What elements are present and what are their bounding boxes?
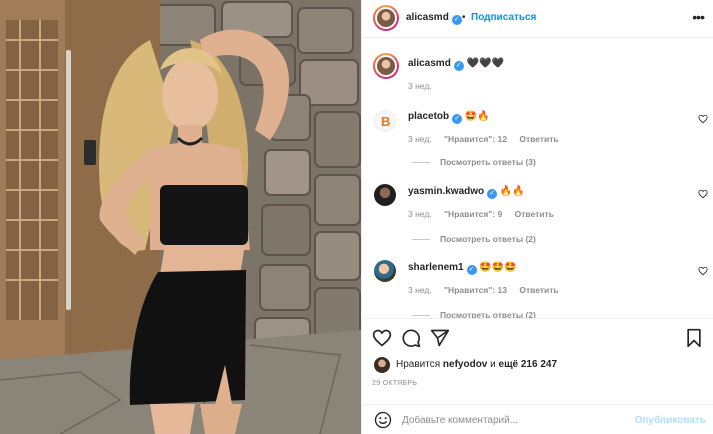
liked-by-user[interactable]: nefyodov: [443, 359, 487, 370]
instagram-post: alicasmd ✓ • Подписаться ••• alicasmd ✓ 🖤🖤…: [0, 0, 713, 434]
comment-avatar[interactable]: [374, 184, 396, 206]
reply-button[interactable]: Ответить: [519, 285, 558, 295]
post-photo[interactable]: [0, 0, 361, 434]
header-separator: •: [462, 12, 466, 23]
more-icon[interactable]: •••: [692, 10, 705, 24]
comment-likes[interactable]: "Нравится": 12: [444, 134, 507, 144]
author-avatar[interactable]: [373, 5, 399, 31]
caption-avatar[interactable]: [373, 53, 399, 79]
comment-likes[interactable]: "Нравится": 13: [444, 285, 507, 295]
verified-icon: ✓: [466, 265, 477, 275]
view-replies-button[interactable]: Посмотреть ответы (3): [412, 157, 536, 167]
publish-button[interactable]: Опубликовать: [635, 415, 706, 426]
comment-likes[interactable]: "Нравится": 9: [444, 209, 502, 219]
post-header: alicasmd ✓ • Подписаться •••: [362, 0, 713, 38]
reply-button[interactable]: Ответить: [515, 209, 554, 219]
smile-icon[interactable]: [374, 411, 392, 429]
reply-button[interactable]: Ответить: [519, 134, 558, 144]
heart-icon[interactable]: [698, 189, 708, 199]
comment-icon[interactable]: [401, 328, 421, 348]
comment-avatar[interactable]: [374, 260, 396, 282]
comment-text: sharlenem1 ✓ 🤩🤩🤩: [408, 262, 517, 275]
verified-icon: ✓: [452, 114, 463, 124]
share-icon[interactable]: [430, 328, 450, 348]
comment-text: yasmin.kwadwo ✓ 🔥🔥: [408, 186, 525, 199]
likes-count[interactable]: ещё 216 247: [499, 359, 558, 370]
comment-meta: 3 нед. "Нравится": 13 Ответить: [408, 285, 569, 295]
post-sidebar: alicasmd ✓ • Подписаться ••• alicasmd ✓ 🖤🖤…: [361, 0, 713, 434]
comment-time[interactable]: 3 нед.: [408, 134, 432, 144]
follow-button[interactable]: Подписаться: [471, 12, 536, 23]
comment-avatar[interactable]: B: [374, 110, 396, 132]
bookmark-icon[interactable]: [684, 328, 704, 348]
comment-time[interactable]: 3 нед.: [408, 285, 432, 295]
post-photo-illustration: [0, 0, 361, 434]
comment-body: 🤩🤩🤩: [479, 262, 517, 273]
comment-username[interactable]: placetob: [408, 111, 449, 122]
comment-time[interactable]: 3 нед.: [408, 209, 432, 219]
author-username[interactable]: alicasmd ✓: [406, 12, 462, 25]
heart-icon[interactable]: [698, 114, 708, 124]
verified-icon: ✓: [451, 15, 462, 25]
post-actions: Нравится nefyodov и ещё 216 247 29 ОКТЯБ…: [362, 318, 713, 398]
caption-username[interactable]: alicasmd: [408, 58, 451, 69]
comments-list[interactable]: alicasmd ✓ 🖤🖤🖤 3 нед. B placetob ✓ 🤩🔥 3 не…: [362, 38, 713, 318]
view-replies-button[interactable]: Посмотреть ответы (2): [412, 234, 536, 244]
heart-icon[interactable]: [698, 266, 708, 276]
comment-input[interactable]: Добавьте комментарий...: [402, 415, 518, 426]
heart-icon[interactable]: [372, 328, 392, 348]
view-replies-button[interactable]: Посмотреть ответы (2): [412, 310, 536, 318]
add-comment-bar: Добавьте комментарий... Опубликовать: [362, 404, 713, 434]
comment-username[interactable]: sharlenem1: [408, 262, 464, 273]
comment-body: 🤩🔥: [464, 111, 490, 122]
comment-meta: 3 нед. "Нравится": 9 Ответить: [408, 209, 564, 219]
comment-meta: 3 нед. "Нравится": 12 Ответить: [408, 134, 569, 144]
liked-by: Нравится nefyodov и ещё 216 247: [396, 359, 558, 370]
liker-avatar[interactable]: [374, 357, 390, 373]
caption-text: alicasmd ✓ 🖤🖤🖤: [408, 58, 504, 71]
comment-username[interactable]: yasmin.kwadwo: [408, 186, 484, 197]
post-date[interactable]: 29 ОКТЯБРЬ: [372, 380, 417, 387]
verified-icon: ✓: [453, 61, 464, 71]
comment-body: 🔥🔥: [499, 186, 525, 197]
caption-body: 🖤🖤🖤: [466, 58, 504, 69]
comment-text: placetob ✓ 🤩🔥: [408, 111, 490, 124]
verified-icon: ✓: [487, 189, 498, 199]
caption-time[interactable]: 3 нед.: [408, 81, 432, 91]
